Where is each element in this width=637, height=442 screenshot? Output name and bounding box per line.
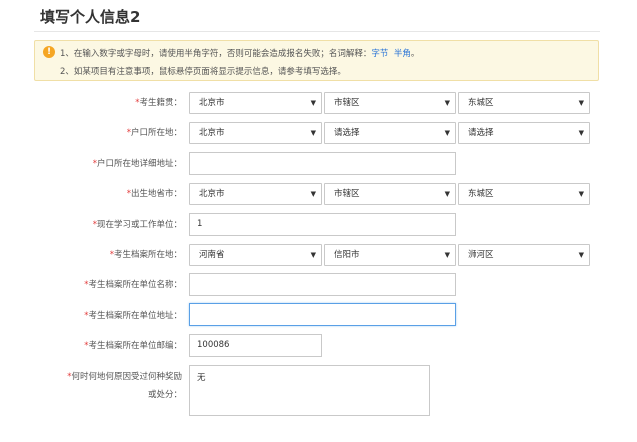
notice-line-1: 1、在输入数字或字母时，请使用半角字符，否则可能会造成报名失败；名词解释：字节 … — [60, 47, 419, 59]
label-rewards-line-2: 或处分： — [147, 390, 182, 400]
title-divider — [34, 31, 600, 32]
archive-postcode-input[interactable]: 100086 — [189, 334, 322, 357]
birth-district-select[interactable]: 东城区 ▼ — [458, 183, 590, 205]
chevron-down-icon: ▼ — [444, 190, 450, 198]
archive-district-select[interactable]: 浉河区 ▼ — [458, 244, 590, 266]
chevron-down-icon: ▼ — [578, 129, 584, 137]
chevron-down-icon: ▼ — [310, 190, 316, 198]
birth-city-select[interactable]: 市辖区 ▼ — [324, 183, 456, 205]
label-archive-unit-name: *考生档案所在单位名称： — [84, 280, 182, 290]
chevron-down-icon: ▼ — [444, 99, 450, 107]
notice-line-2: 2、如某项目有注意事项，鼠标悬停页面将显示提示信息，请参考填写选择。 — [60, 67, 346, 77]
native-district-select[interactable]: 东城区 ▼ — [458, 92, 590, 114]
hukou-address-input[interactable] — [189, 152, 456, 175]
archive-city-select[interactable]: 信阳市 ▼ — [324, 244, 456, 266]
label-archive-location: *考生档案所在地： — [109, 250, 182, 260]
label-archive-postcode: *考生档案所在单位邮编： — [84, 341, 182, 351]
link-half-width[interactable]: 半角 — [394, 49, 411, 59]
chevron-down-icon: ▼ — [310, 129, 316, 137]
chevron-down-icon: ▼ — [310, 99, 316, 107]
native-city-select[interactable]: 市辖区 ▼ — [324, 92, 456, 114]
archive-unit-address-input[interactable] — [189, 303, 456, 326]
page-title: 填写个人信息2 — [40, 8, 141, 26]
chevron-down-icon: ▼ — [578, 190, 584, 198]
archive-province-select[interactable]: 河南省 ▼ — [189, 244, 322, 266]
archive-unit-name-input[interactable] — [189, 273, 456, 296]
chevron-down-icon: ▼ — [310, 251, 316, 259]
notice-line-1-text: 1、在输入数字或字母时，请使用半角字符，否则可能会造成报名失败；名词解释： — [60, 49, 372, 59]
label-hukou-address: *户口所在地详细地址： — [92, 159, 182, 169]
label-work-unit: *现在学习或工作单位： — [92, 220, 182, 230]
chevron-down-icon: ▼ — [444, 129, 450, 137]
link-byte[interactable]: 字节 — [371, 49, 388, 59]
exclamation-icon: ! — [43, 46, 55, 58]
label-native-place: *考生籍贯： — [135, 98, 182, 108]
label-birthplace: *出生地省市： — [126, 189, 182, 199]
chevron-down-icon: ▼ — [578, 99, 584, 107]
chevron-down-icon: ▼ — [444, 251, 450, 259]
chevron-down-icon: ▼ — [578, 251, 584, 259]
label-archive-unit-address: *考生档案所在单位地址： — [84, 311, 182, 321]
work-unit-input[interactable]: 1 — [189, 213, 456, 236]
notice-line-1-suffix: 。 — [410, 49, 420, 59]
native-province-select[interactable]: 北京市 ▼ — [189, 92, 322, 114]
label-rewards-line-1: *何时何地何原因受过何种奖励 — [67, 372, 182, 382]
label-hukou: *户口所在地： — [126, 128, 182, 138]
hukou-city-select[interactable]: 请选择 ▼ — [324, 122, 456, 144]
hukou-district-select[interactable]: 请选择 ▼ — [458, 122, 590, 144]
notice-box: ! 1、在输入数字或字母时，请使用半角字符，否则可能会造成报名失败；名词解释：字… — [34, 40, 599, 81]
rewards-textarea[interactable]: 无 — [189, 365, 430, 416]
birth-province-select[interactable]: 北京市 ▼ — [189, 183, 322, 205]
hukou-province-select[interactable]: 北京市 ▼ — [189, 122, 322, 144]
